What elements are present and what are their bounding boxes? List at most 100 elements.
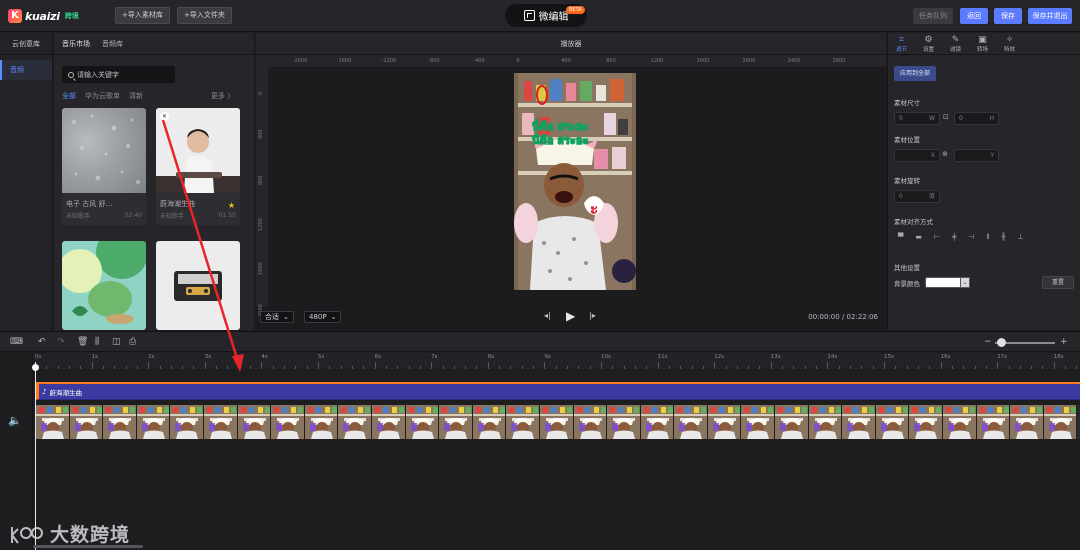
ruler-tick-label: 1200 [258, 218, 264, 231]
filmstrip-frame [271, 405, 305, 439]
play-icon[interactable]: ▶ [566, 309, 575, 323]
undo-icon[interactable]: ↶ [38, 336, 46, 348]
size-width-field[interactable]: 0 W [894, 112, 940, 125]
keyboard-icon[interactable]: ⌨ [10, 336, 23, 348]
nav-item-audio[interactable]: 音频 [0, 60, 52, 80]
category-fresh[interactable]: 清新 [129, 91, 143, 101]
tab-settings[interactable]: ⚙ 设置 [915, 33, 942, 54]
import-material-button[interactable]: +导入素材库 [115, 7, 170, 24]
fit-select-value: 合适 [265, 313, 279, 321]
split-icon[interactable]: ⫼ [95, 336, 99, 348]
freeze-frame-icon[interactable]: ⎙ [129, 336, 136, 348]
size-height-field[interactable]: 0 H [954, 112, 999, 125]
ruler-tick-label: 0 [516, 58, 520, 64]
position-y-field[interactable]: Y [954, 149, 999, 162]
size-label: 素材尺寸 [894, 99, 920, 107]
timeline-tick [691, 366, 693, 369]
category-huawei[interactable]: 华为云歌单 [85, 91, 120, 101]
align-bottom-icon[interactable]: ⊥ [1018, 233, 1024, 242]
timeline-tick [182, 366, 184, 369]
save-exit-button[interactable]: 保存并退出 [1028, 8, 1072, 24]
align-middle-icon[interactable]: ▬ [915, 233, 922, 242]
crosshair-icon[interactable]: ⊕ [942, 150, 948, 158]
left-nav-header: 云创意库 [0, 33, 52, 55]
timeline-tick [442, 366, 444, 369]
timeline-tick-label: 17s [997, 354, 1008, 360]
next-frame-icon[interactable]: |▸ [589, 311, 596, 323]
timeline-tick [465, 366, 467, 369]
ruler-tick-label: -400 [473, 58, 485, 64]
resolution-select[interactable]: 480P ⌄ [304, 311, 342, 323]
timeline-ruler[interactable]: 0s 1s 2s 3s 4s 5s 6s 7s 8s 9s 10s 11s 12s 13s 14s 15s 16… [33, 353, 1080, 369]
delete-icon[interactable]: 🗑 [77, 336, 88, 348]
fit-select[interactable]: 合适 ⌄ [260, 311, 294, 323]
reset-button[interactable]: 重置 [1042, 276, 1074, 289]
filmstrip-frame [69, 405, 104, 439]
align-vcenter-icon[interactable]: ╫ [1001, 233, 1005, 242]
filmstrip-frame [707, 405, 742, 439]
align-left-icon[interactable]: ⊢ [934, 233, 940, 242]
zoom-out-icon[interactable]: − [984, 336, 992, 348]
ruler-tick-label: 400 [561, 58, 571, 64]
align-buttons: ▀ ▬ ⊢ ╪ ⊣ ⫴ ╫ ⊥ [898, 233, 1024, 242]
back-button[interactable]: 返回 [960, 8, 988, 24]
filmstrip-frame [472, 405, 507, 439]
align-top-icon[interactable]: ▀ [898, 233, 903, 242]
prev-frame-icon[interactable]: ◂| [544, 311, 551, 323]
video-preview[interactable]: ะ นี่คือ สระอะ นี่คือ สระอะ [514, 73, 636, 290]
tab-filter[interactable]: ✎ 滤镜 [942, 33, 969, 54]
zoom-slider-knob[interactable] [997, 338, 1006, 347]
filmstrip-frame [203, 405, 238, 439]
rotate-field[interactable]: 0 度 [894, 190, 940, 203]
position-x-field[interactable]: X [894, 149, 940, 162]
ruler-tick-label: 0 [258, 91, 264, 95]
align-center-icon[interactable]: ╪ [952, 233, 956, 242]
apply-all-button[interactable]: 应用到全部 [894, 66, 936, 81]
video-clip[interactable] [36, 405, 1080, 439]
volume-icon[interactable]: 🔈 [8, 414, 22, 427]
tab-audio-library[interactable]: 音频库 [102, 39, 123, 49]
timeline-tick [997, 362, 999, 369]
timeline-scrollbar[interactable] [33, 545, 143, 548]
distribute-h-icon[interactable]: ⫴ [986, 233, 989, 242]
filmstrip-frame [1043, 405, 1078, 439]
timeline-panel: ⌨ ↶ ↷ 🗑 ⫼ ◫ ⎙ − + 🔈 0s 1s 2s 3s 4s 5s 6s 7s 8s 9s… [0, 331, 1080, 550]
tab-adjust[interactable]: ⌗ 调节 [888, 33, 915, 54]
timeline-tick [261, 362, 263, 369]
playhead-handle[interactable] [32, 364, 39, 371]
music-card[interactable]: 电子 古风 舒… 未知歌手 02:40 [62, 108, 146, 225]
timeline-tick [804, 366, 806, 369]
timeline-tick [657, 362, 659, 369]
audio-clip[interactable]: ♪ 蔚海潮生曲 [36, 382, 1080, 400]
music-card[interactable] [62, 241, 146, 330]
tab-effects[interactable]: ✧ 特效 [996, 33, 1023, 54]
card-thumbnail [156, 241, 240, 330]
lock-icon[interactable]: ⊡ [943, 113, 949, 121]
favorite-star-icon[interactable]: ★ [228, 201, 235, 210]
player-panel: 播放器 -2000 -1600 -1200 -800 -400 0 400 80… [256, 33, 886, 330]
save-button[interactable]: 保存 [994, 8, 1022, 24]
tab-transition[interactable]: ▣ 转场 [969, 33, 996, 54]
crop-clip-icon[interactable]: ◫ [112, 336, 121, 348]
redo-icon[interactable]: ↷ [57, 336, 65, 348]
more-link[interactable]: 更多 〉 [211, 91, 234, 101]
timeline-tick [963, 366, 965, 369]
align-right-icon[interactable]: ⊣ [968, 233, 974, 242]
close-icon[interactable]: ✕ [160, 112, 169, 121]
import-folder-button[interactable]: +导入文件夹 [177, 7, 232, 24]
timeline-tick [1019, 366, 1021, 369]
filmstrip-frame [573, 405, 608, 439]
timeline-tick [725, 366, 727, 369]
size-width-value: 0 [899, 115, 903, 122]
chevron-down-icon[interactable]: ⌄ [960, 277, 970, 288]
ruler-tick-label: 2000 [742, 58, 756, 64]
music-card[interactable]: ✕ 蔚海潮生曲 未知歌手 01:50 ★ [156, 108, 240, 225]
music-card[interactable] [156, 241, 240, 330]
ruler-tick-label: 1600 [696, 58, 710, 64]
library-tabs: 音乐市场 音频库 [54, 33, 254, 55]
search-input[interactable] [77, 70, 167, 79]
task-queue-button[interactable]: 任务队列 [913, 8, 953, 24]
zoom-in-icon[interactable]: + [1060, 336, 1068, 348]
tab-music-market[interactable]: 音乐市场 [62, 39, 90, 49]
category-all[interactable]: 全部 [62, 91, 76, 101]
